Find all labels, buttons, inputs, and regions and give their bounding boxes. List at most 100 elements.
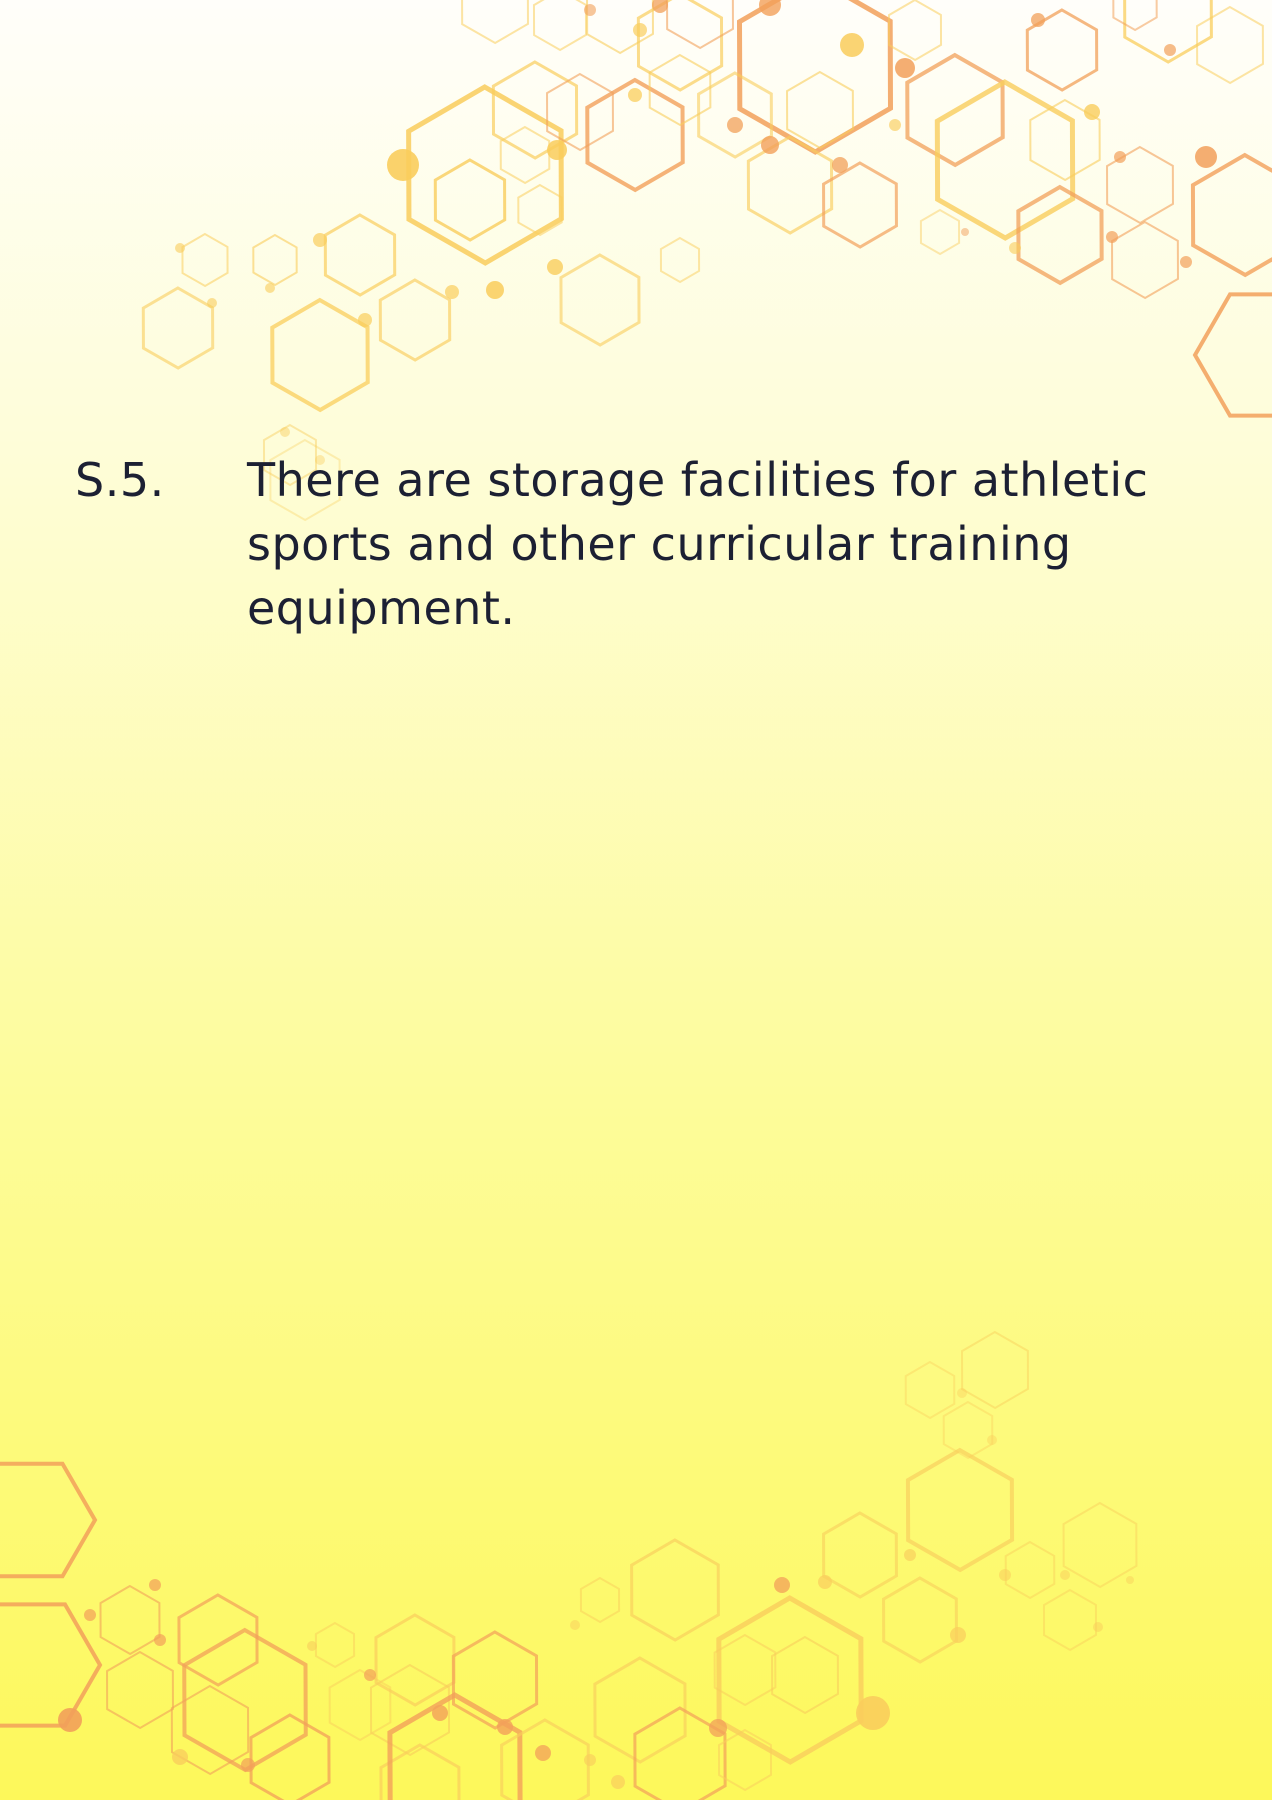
hexagon-shape [374,1613,456,1707]
hexagon-shape [378,278,452,362]
hexagon-node-dot [1031,13,1045,27]
hexagon-shape [961,1330,1029,1410]
hexagon-node-dot [957,1388,967,1398]
hexagon-node-dot [1126,1576,1134,1584]
hexagon-shape [1042,1588,1098,1652]
hexagon-shape [141,286,215,370]
hexagon-node-dot [535,1745,551,1761]
hexagon-node-dot [652,0,668,13]
hexagon-node-dot [895,58,915,78]
hexagon-node-dot [1009,242,1021,254]
hexagon-node-dot [818,1575,832,1589]
hexagon-node-dot [280,427,290,437]
hexagon-node-dot [759,0,781,16]
hexagon-shape [0,1602,103,1728]
criterion-text: There are storage facilities for athleti… [247,453,1149,635]
hexagon-node-dot [633,23,647,37]
hexagon-node-dot [1093,1622,1103,1632]
hexagon-shape [771,1635,839,1715]
hexagon-shape [822,161,898,249]
hexagon-shape [379,1743,461,1800]
hexagon-shape [1112,0,1158,32]
hexagon-shape [1190,152,1272,278]
hexagon-shape [1062,1501,1138,1589]
hexagon-node-dot [172,1749,188,1765]
hexagon-node-dot [149,1579,161,1591]
hexagon-shape [106,1650,174,1730]
hexagon-node-dot [207,298,217,308]
hexagon-node-dot [904,1549,916,1561]
hexagon-shape [934,79,1076,241]
hexagon-node-dot [709,1719,727,1737]
hexagon-node-dot [727,117,743,133]
hexagon-shape [717,1728,773,1792]
hexagon-shape [882,1576,958,1664]
hexagon-shape [905,1447,1015,1573]
hexagon-node-dot [961,228,969,236]
hexagon-shape [252,233,298,287]
hexagon-shape [1004,1540,1056,1600]
hexagon-node-dot [175,243,185,253]
hexagon-shape [517,183,563,237]
hexagon-node-dot [497,1719,513,1735]
hexagon-shape [270,297,370,413]
hexagon-node-dot [1180,256,1192,268]
hexagon-pattern-decoration [0,0,1272,1800]
hexagon-shape [559,253,641,347]
hexagon-shape [630,1538,720,1642]
hexagon-shape [716,1595,864,1765]
hexagon-node-dot [950,1627,966,1643]
hexagon-shape [546,72,614,152]
hexagon-node-dot [1114,151,1126,163]
hexagon-node-dot [1060,1570,1070,1580]
hexagon-shape [181,232,229,288]
criterion-number: S.5. [75,453,165,507]
hexagon-node-dot [547,140,567,160]
hexagon-shape [1196,5,1264,85]
hexagon-node-dot [154,1634,166,1646]
hexagon-node-dot [584,1754,596,1766]
hexagon-shape [433,158,507,242]
hexagon-node-dot [387,149,419,181]
hexagon-node-dot [58,1708,82,1732]
hexagon-node-dot [307,1641,317,1651]
hexagon-shape [942,1400,994,1460]
hexagon-node-dot [358,313,372,327]
hexagon-shape [904,1360,956,1420]
hexagon-node-dot [774,1577,790,1593]
hexagon-shape [887,0,943,62]
hexagon-shape [593,1656,687,1764]
page: S.5. There are storage facilities for at… [0,0,1272,1800]
hexagon-node-dot [84,1609,96,1621]
hexagon-shape [323,213,397,297]
hexagon-node-dot [265,283,275,293]
hexagon-shape [249,1713,331,1800]
hexagon-node-dot [432,1705,448,1721]
hexagon-node-dot [1195,146,1217,168]
hexagon-shape [1016,184,1104,286]
hexagon-shape [532,0,588,52]
hexagon-shape [314,1621,356,1669]
hexagon-node-dot [1106,231,1118,243]
hexagon-node-dot [761,136,779,154]
hexagon-shape [0,1461,98,1579]
hexagon-shape [713,1633,777,1707]
hexagon-node-dot [889,119,901,131]
hexagon-node-dot [856,1696,890,1730]
hexagon-node-dot [628,88,642,102]
hexagon-shape [659,236,701,284]
hexagon-node-dot [547,259,563,275]
hexagon-node-dot [584,4,596,16]
hexagon-node-dot [840,33,864,57]
hexagon-node-dot [364,1669,376,1681]
hexagon-node-dot [570,1620,580,1630]
hexagon-node-dot [611,1775,625,1789]
hexagon-node-dot [999,1569,1011,1581]
hexagon-node-dot [486,281,504,299]
hexagon-node-dot [832,157,848,173]
hexagon-shape [182,1627,308,1773]
hexagon-shape [461,0,529,45]
hexagon-node-dot [1084,104,1100,120]
hexagon-node-dot [987,1435,997,1445]
hexagon-shape [1192,292,1272,418]
